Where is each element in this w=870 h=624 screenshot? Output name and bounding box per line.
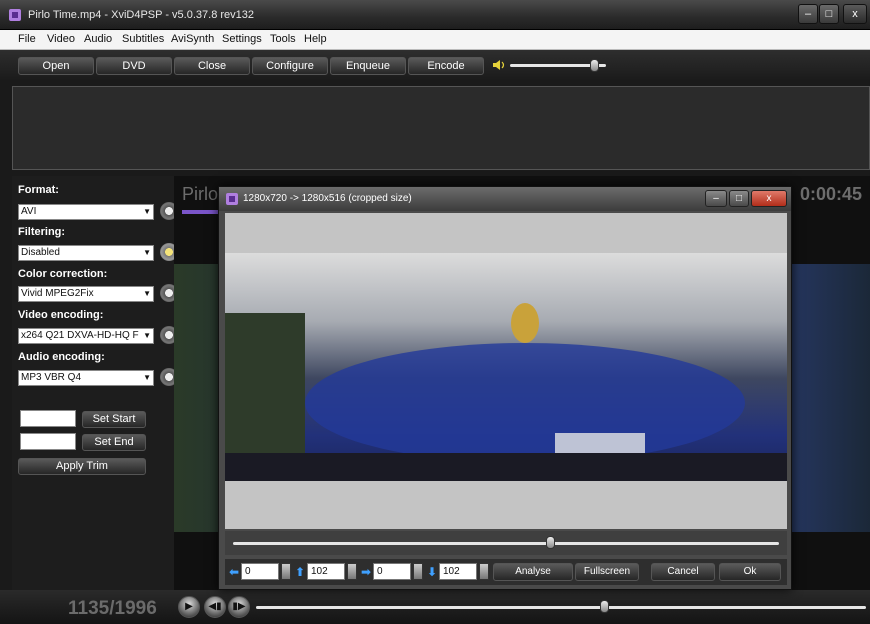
toolbar: Open DVD Close Configure Enqueue Encode [0,50,870,80]
load-progress-bar [182,210,222,214]
format-value: AVI [21,206,37,217]
crop-controls: ⬅ 0 ⬆ 102 ➡ 0 ⬇ 102 Analyse Fullscreen C… [225,559,787,585]
cropped-video-frame [225,253,787,481]
menu-audio[interactable]: Audio [84,33,112,45]
filtering-label: Filtering: [18,226,66,238]
crop-dialog-title-bar: 1280x720 -> 1280x516 (cropped size) ‒ □ … [219,187,791,211]
filtering-value: Disabled [21,247,60,258]
dvd-button[interactable]: DVD [96,57,172,75]
crop-left-input[interactable]: 0 [241,563,279,580]
crop-slider-track[interactable] [233,542,779,545]
color-correction-value: Vivid MPEG2Fix [21,288,94,299]
video-encoding-label: Video encoding: [18,309,104,321]
format-label: Format: [18,184,59,196]
dialog-maximize-button[interactable]: □ [729,190,749,207]
color-correction-select[interactable]: Vivid MPEG2Fix ▼ [18,286,154,302]
trim-end-input[interactable] [20,433,76,450]
app-icon [9,9,21,21]
set-start-button[interactable]: Set Start [82,411,146,428]
chevron-down-icon: ▼ [143,373,151,382]
title-bar: Pirlo Time.mp4 - XviD4PSP - v5.0.37.8 re… [0,0,870,30]
playback-bar: 1135/1996 ▶ ◀▮ ▮▶ [0,590,870,624]
analyse-button[interactable]: Analyse [493,563,573,581]
timeline-slider-thumb[interactable] [599,600,609,613]
close-button[interactable]: x [843,4,867,24]
ok-button[interactable]: Ok [719,563,781,581]
audio-encoding-select[interactable]: MP3 VBR Q4 ▼ [18,370,154,386]
dialog-close-button[interactable]: x [751,190,787,207]
previous-frame-icon[interactable]: ◀▮ [204,596,226,618]
crop-right-arrow-icon: ➡ [361,565,372,579]
menu-video[interactable]: Video [47,33,75,45]
crop-frame-slider [225,531,787,555]
cancel-button[interactable]: Cancel [651,563,715,581]
chevron-down-icon: ▼ [143,331,151,340]
app-icon [226,193,238,205]
enqueue-button[interactable]: Enqueue [330,57,406,75]
crop-left-arrow-icon: ⬅ [229,565,240,579]
timeline-slider-track[interactable] [256,606,866,609]
chevron-down-icon: ▼ [143,289,151,298]
maximize-button[interactable]: □ [819,4,839,24]
crop-top-input[interactable]: 102 [307,563,345,580]
dialog-minimize-button[interactable]: ‒ [705,190,727,207]
log-panel [12,86,870,170]
video-encoding-value: x264 Q21 DXVA-HD-HQ F [21,330,139,341]
crop-right-stepper[interactable] [413,563,423,580]
audio-encoding-label: Audio encoding: [18,351,105,363]
menu-settings[interactable]: Settings [222,33,262,45]
apply-trim-button[interactable]: Apply Trim [18,458,146,475]
menu-avisynth[interactable]: AviSynth [171,33,214,45]
format-select[interactable]: AVI ▼ [18,204,154,220]
chevron-down-icon: ▼ [143,248,151,257]
play-icon[interactable]: ▶ [178,596,200,618]
filtering-select[interactable]: Disabled ▼ [18,245,154,261]
next-frame-icon[interactable]: ▮▶ [228,596,250,618]
volume-slider-thumb[interactable] [590,59,600,72]
crop-top-arrow-icon: ⬆ [295,565,306,579]
preview-time: 0:00:45 [799,184,862,204]
menu-subtitles[interactable]: Subtitles [122,33,164,45]
crop-bottom-stepper[interactable] [479,563,489,580]
menu-file[interactable]: File [18,33,36,45]
color-correction-label: Color correction: [18,268,108,280]
window-title: Pirlo Time.mp4 - XviD4PSP - v5.0.37.8 re… [28,9,255,21]
frame-counter: 1135/1996 [68,598,157,619]
set-end-button[interactable]: Set End [82,434,146,451]
close-file-button[interactable]: Close [174,57,250,75]
video-encoding-select[interactable]: x264 Q21 DXVA-HD-HQ F ▼ [18,328,154,344]
minimize-button[interactable]: ‒ [798,4,818,24]
menu-bar: File Video Audio Subtitles AviSynth Sett… [0,30,870,50]
crop-preview [225,213,787,529]
menu-tools[interactable]: Tools [270,33,296,45]
crop-right-input[interactable]: 0 [373,563,411,580]
settings-panel: Format: AVI ▼ Filtering: Disabled ▼ Colo… [12,176,178,624]
configure-button[interactable]: Configure [252,57,328,75]
trim-start-input[interactable] [20,410,76,427]
chevron-down-icon: ▼ [143,207,151,216]
volume-icon[interactable] [492,59,506,71]
crop-dialog-title: 1280x720 -> 1280x516 (cropped size) [243,193,412,204]
crop-dialog: 1280x720 -> 1280x516 (cropped size) ‒ □ … [218,186,792,590]
menu-help[interactable]: Help [304,33,327,45]
audio-encoding-value: MP3 VBR Q4 [21,372,82,383]
fullscreen-button[interactable]: Fullscreen [575,563,639,581]
crop-slider-thumb[interactable] [545,536,555,549]
celebration-photo [225,253,787,481]
preview-filename: Pirlo [182,184,219,204]
encode-button[interactable]: Encode [408,57,484,75]
crop-bottom-arrow-icon: ⬇ [427,565,438,579]
open-button[interactable]: Open [18,57,94,75]
crop-left-stepper[interactable] [281,563,291,580]
crop-bottom-input[interactable]: 102 [439,563,477,580]
crop-top-stepper[interactable] [347,563,357,580]
